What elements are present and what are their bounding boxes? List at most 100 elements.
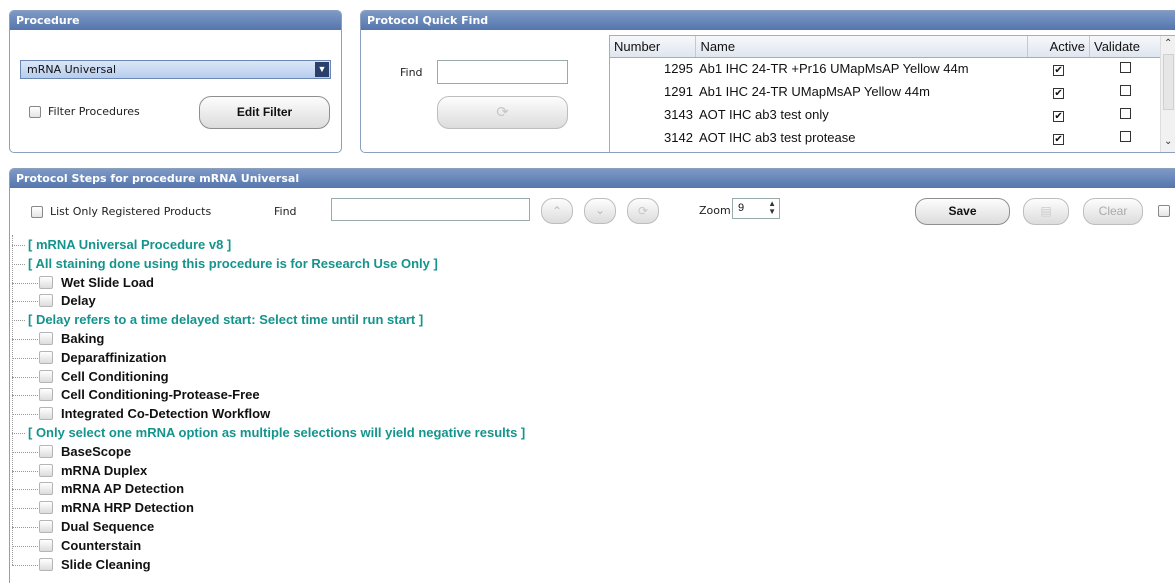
validate-checkbox (1120, 62, 1131, 74)
tree-step-label[interactable]: mRNA AP Detection (61, 479, 184, 498)
step-checkbox[interactable] (39, 444, 53, 458)
steps-search-input[interactable] (331, 198, 530, 221)
tree-connector (12, 545, 38, 547)
step-checkbox[interactable] (39, 350, 53, 364)
cell-active[interactable]: ✔ (1028, 103, 1090, 126)
tree-step-label[interactable]: BaseScope (61, 442, 131, 461)
tree-connector (12, 282, 38, 284)
scroll-up-icon[interactable]: ⌃ (1164, 38, 1172, 49)
tree-connector (12, 451, 38, 453)
cell-validate[interactable] (1090, 80, 1162, 103)
tree-note-label: [ mRNA Universal Procedure v8 ] (28, 237, 232, 252)
cell-validate[interactable] (1090, 126, 1162, 149)
edit-filter-button[interactable]: Edit Filter (199, 96, 330, 129)
table-row[interactable]: 1295 Ab1 IHC 24-TR +Pr16 UMapMsAP Yellow … (610, 57, 1162, 80)
zoom-label: Zoom (699, 204, 731, 217)
cell-number: 3143 (664, 107, 693, 122)
refresh-icon: ⟳ (496, 104, 509, 121)
chevron-down-icon[interactable]: ▼ (315, 62, 329, 77)
procedure-dropdown[interactable]: mRNA Universal ▼ (20, 60, 331, 79)
tree-step-label[interactable]: Baking (61, 329, 104, 348)
tree-connector (12, 376, 38, 378)
step-checkbox[interactable] (39, 501, 53, 515)
tree-step-label[interactable]: Cell Conditioning (61, 367, 169, 386)
tree-connector (12, 489, 38, 491)
procedure-dropdown-value: mRNA Universal (27, 63, 117, 76)
list-only-registered-checkbox[interactable] (31, 206, 43, 218)
spinner-arrows-icon[interactable]: ▲ ▼ (768, 200, 776, 216)
active-checkbox: ✔ (1053, 88, 1065, 99)
zoom-spinner[interactable]: 9 ▲ ▼ (732, 198, 780, 219)
table-vertical-scrollbar[interactable]: ⌃ ⌄ (1160, 36, 1175, 152)
tree-connector (12, 470, 38, 472)
step-checkbox[interactable] (39, 557, 53, 571)
column-header-active[interactable]: Active (1027, 36, 1090, 58)
cell-active[interactable]: ✔ (1028, 57, 1090, 80)
document-button[interactable]: ▤ (1023, 198, 1069, 225)
tree-step-label[interactable]: Counterstain (61, 536, 141, 555)
tree-step-label[interactable]: Wet Slide Load (61, 273, 154, 292)
table-row[interactable]: 3143 AOT IHC ab3 test only ✔ (610, 103, 1162, 126)
step-checkbox[interactable] (39, 369, 53, 383)
tree-connector (12, 414, 38, 416)
step-checkbox[interactable] (39, 275, 53, 289)
column-header-number[interactable]: Number (610, 36, 697, 58)
step-checkbox[interactable] (39, 538, 53, 552)
tree-step-label[interactable]: Slide Cleaning (61, 555, 151, 574)
step-checkbox[interactable] (39, 482, 53, 496)
filter-procedures-checkbox[interactable] (29, 106, 41, 118)
cell-name: AOT IHC ab3 test protease (698, 130, 856, 145)
column-header-validate[interactable]: Validate (1089, 36, 1162, 58)
move-down-button[interactable]: ⌄ (584, 198, 616, 224)
tree-step-label[interactable]: Delay (61, 291, 96, 310)
tree-connector (12, 245, 25, 246)
cell-number: 3142 (664, 130, 693, 145)
step-checkbox[interactable] (39, 388, 53, 402)
filter-procedures-label: Filter Procedures (48, 105, 140, 118)
protocol-quick-find-panel: Protocol Quick Find Find ⟳ Number Name A… (360, 10, 1175, 153)
tree-step-label[interactable]: mRNA Duplex (61, 461, 147, 480)
column-header-name[interactable]: Name (695, 36, 1029, 58)
protocol-steps-title: Protocol Steps for procedure mRNA Univer… (10, 169, 1175, 188)
table-row[interactable]: 1291 Ab1 IHC 24-TR UMapMsAP Yellow 44m ✔ (610, 80, 1162, 103)
tree-step-label[interactable]: mRNA HRP Detection (61, 498, 194, 517)
tree-step-label[interactable]: Dual Sequence (61, 517, 154, 536)
tree-connector-line (12, 235, 13, 565)
tree-connector (12, 357, 38, 359)
extra-option-checkbox[interactable] (1158, 205, 1170, 217)
cell-validate[interactable] (1090, 103, 1162, 126)
step-checkbox[interactable] (39, 407, 53, 421)
quick-find-refresh-button[interactable]: ⟳ (437, 96, 568, 129)
table-row[interactable]: 3142 AOT IHC ab3 test protease ✔ (610, 126, 1162, 149)
tree-step-label[interactable]: Integrated Co-Detection Workflow (61, 404, 270, 423)
scroll-down-icon[interactable]: ⌄ (1164, 136, 1172, 147)
move-up-button[interactable]: ⌃ (541, 198, 573, 224)
cell-name: AOT IHC ab3 test only (698, 107, 829, 122)
save-button[interactable]: Save (915, 198, 1010, 225)
validate-checkbox (1120, 85, 1131, 96)
steps-refresh-button[interactable]: ⟳ (627, 198, 659, 224)
step-checkbox[interactable] (39, 520, 53, 533)
tree-step-label[interactable]: Deparaffinization (61, 348, 166, 367)
scrollbar-thumb[interactable] (1163, 54, 1174, 110)
chevron-up-icon: ⌃ (551, 204, 563, 218)
tree-note-label: [ All staining done using this procedure… (28, 255, 438, 271)
table-header-row: Number Name Active Validate (610, 36, 1162, 58)
tree-note-label: [ Only select one mRNA option as multipl… (28, 425, 526, 440)
cell-active[interactable]: ✔ (1028, 126, 1090, 149)
cell-active[interactable]: ✔ (1028, 80, 1090, 103)
tree-connector (12, 564, 38, 566)
cell-validate[interactable] (1090, 57, 1162, 80)
document-icon: ▤ (1040, 204, 1052, 218)
step-checkbox[interactable] (39, 463, 53, 477)
step-checkbox[interactable] (39, 294, 53, 308)
step-checkbox[interactable] (39, 332, 53, 345)
tree-step-label[interactable]: Cell Conditioning-Protease-Free (61, 385, 260, 404)
quick-find-title: Protocol Quick Find (361, 11, 1175, 30)
clear-button[interactable]: Clear (1083, 198, 1143, 225)
validate-checkbox (1120, 131, 1131, 142)
quick-find-search-input[interactable] (437, 60, 568, 84)
tree-connector (12, 320, 25, 322)
tree-connector (12, 395, 38, 397)
cell-name: Ab1 IHC 24-TR UMapMsAP Yellow 44m (698, 84, 930, 99)
